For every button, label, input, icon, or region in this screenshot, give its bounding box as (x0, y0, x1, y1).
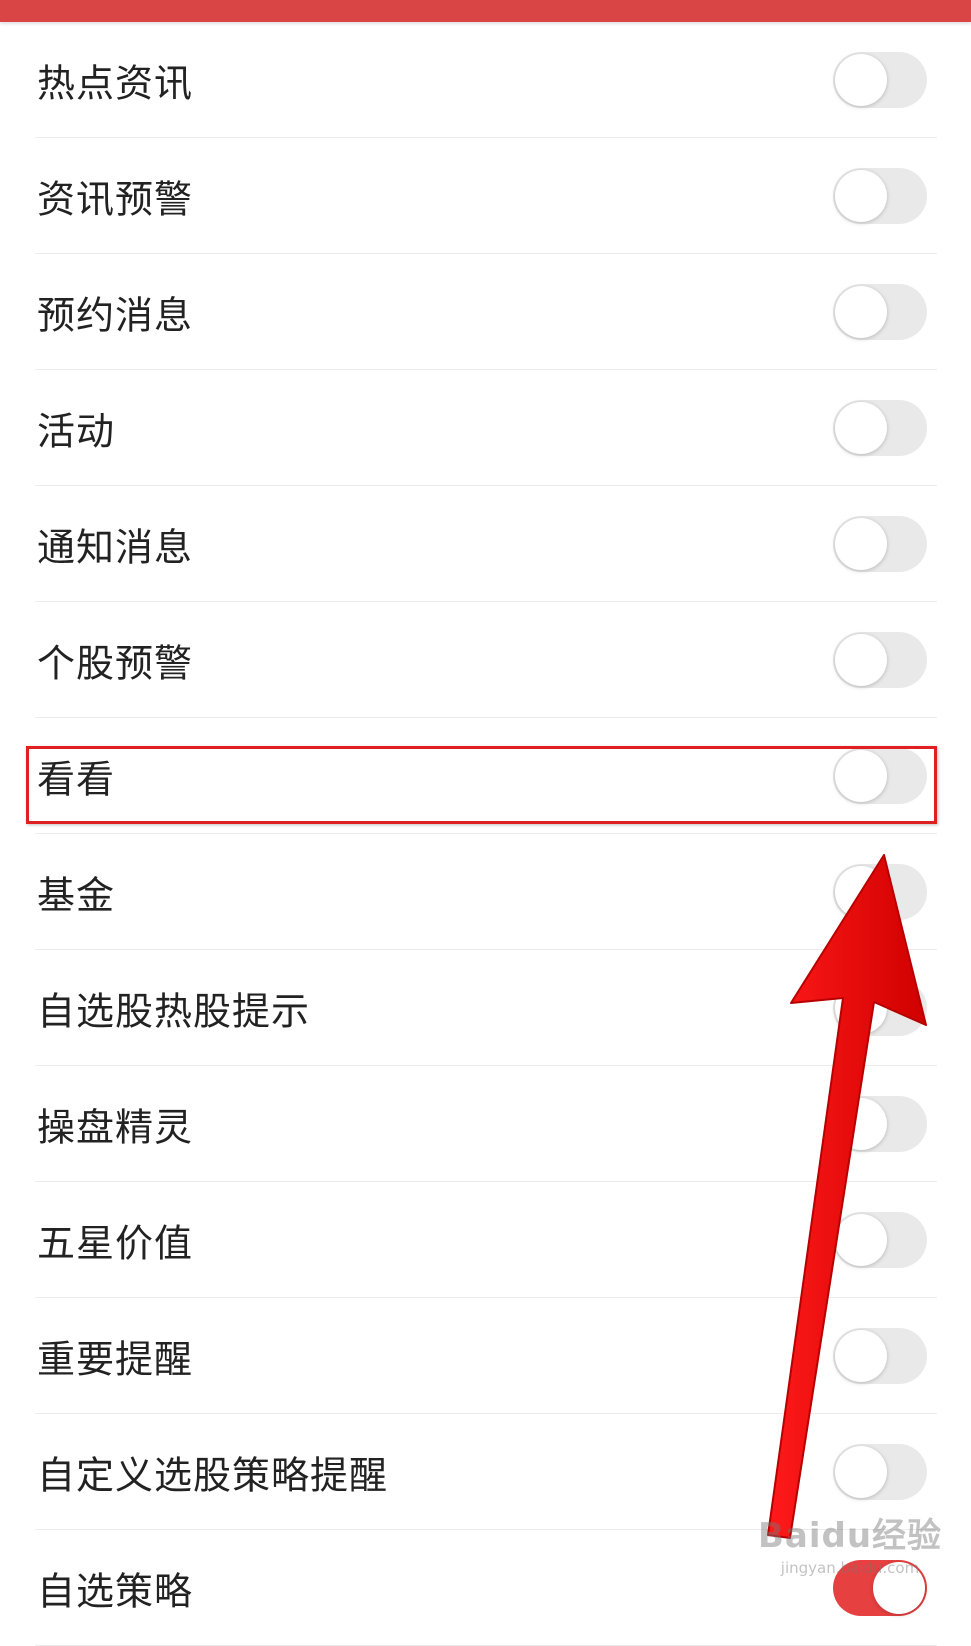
toggle-knob (835, 1445, 887, 1498)
toggle-knob (835, 169, 887, 222)
setting-label: 资讯预警 (37, 177, 194, 221)
toggle-switch[interactable] (833, 1443, 927, 1500)
setting-label: 热点资讯 (37, 61, 194, 105)
setting-label: 自定义选股策略提醒 (37, 1453, 389, 1497)
setting-row-reservation: 预约消息 (35, 254, 937, 370)
toggle-switch[interactable] (833, 399, 927, 456)
toggle-knob (835, 865, 887, 918)
toggle-switch[interactable] (833, 283, 927, 340)
setting-label: 自选股热股提示 (37, 989, 311, 1033)
toggle-switch[interactable] (833, 515, 927, 572)
watermark: Baidu经验 jingyan.baidu.com (745, 1508, 955, 1577)
toggle-switch[interactable] (833, 1327, 927, 1384)
toggle-knob (835, 517, 887, 570)
setting-row-hot-news: 热点资讯 (35, 22, 937, 138)
setting-label: 活动 (37, 409, 116, 453)
watermark-url: jingyan.baidu.com (780, 1559, 920, 1577)
toggle-knob (835, 981, 887, 1034)
setting-row-five-star: 五星价值 (35, 1182, 937, 1298)
toggle-switch[interactable] (833, 863, 927, 920)
setting-label: 预约消息 (37, 293, 194, 337)
setting-row-watchlist-hot: 自选股热股提示 (35, 950, 937, 1066)
toggle-switch[interactable] (833, 51, 927, 108)
setting-row-news-alert: 资讯预警 (35, 138, 937, 254)
setting-row-stock-alert: 个股预警 (35, 602, 937, 718)
toggle-knob (835, 53, 887, 106)
toggle-knob (835, 633, 887, 686)
notification-settings-list: 热点资讯 资讯预警 预约消息 活动 通知消息 个股预警 看看 基金 自选股热股提… (35, 22, 937, 1646)
setting-row-fund: 基金 (35, 834, 937, 950)
setting-label: 重要提醒 (37, 1337, 194, 1381)
setting-row-trading-wizard: 操盘精灵 (35, 1066, 937, 1182)
toggle-switch[interactable] (833, 167, 927, 224)
setting-label: 通知消息 (37, 525, 194, 569)
setting-row-important: 重要提醒 (35, 1298, 937, 1414)
setting-label: 个股预警 (37, 641, 194, 685)
watermark-logo: Baidu经验 (757, 1516, 943, 1556)
toggle-switch[interactable] (833, 979, 927, 1036)
setting-label: 操盘精灵 (37, 1105, 194, 1149)
toggle-knob (835, 1329, 887, 1382)
toggle-switch[interactable] (833, 1095, 927, 1152)
app-header-bar (0, 0, 971, 22)
setting-row-activity: 活动 (35, 370, 937, 486)
setting-label: 五星价值 (37, 1221, 194, 1265)
toggle-knob (835, 1213, 887, 1266)
setting-label: 自选策略 (37, 1569, 194, 1613)
toggle-knob (835, 1097, 887, 1150)
toggle-knob (835, 401, 887, 454)
highlight-box (26, 746, 937, 824)
toggle-switch[interactable] (833, 1211, 927, 1268)
toggle-knob (835, 285, 887, 338)
toggle-switch[interactable] (833, 631, 927, 688)
setting-label: 基金 (37, 873, 116, 917)
setting-row-notification: 通知消息 (35, 486, 937, 602)
